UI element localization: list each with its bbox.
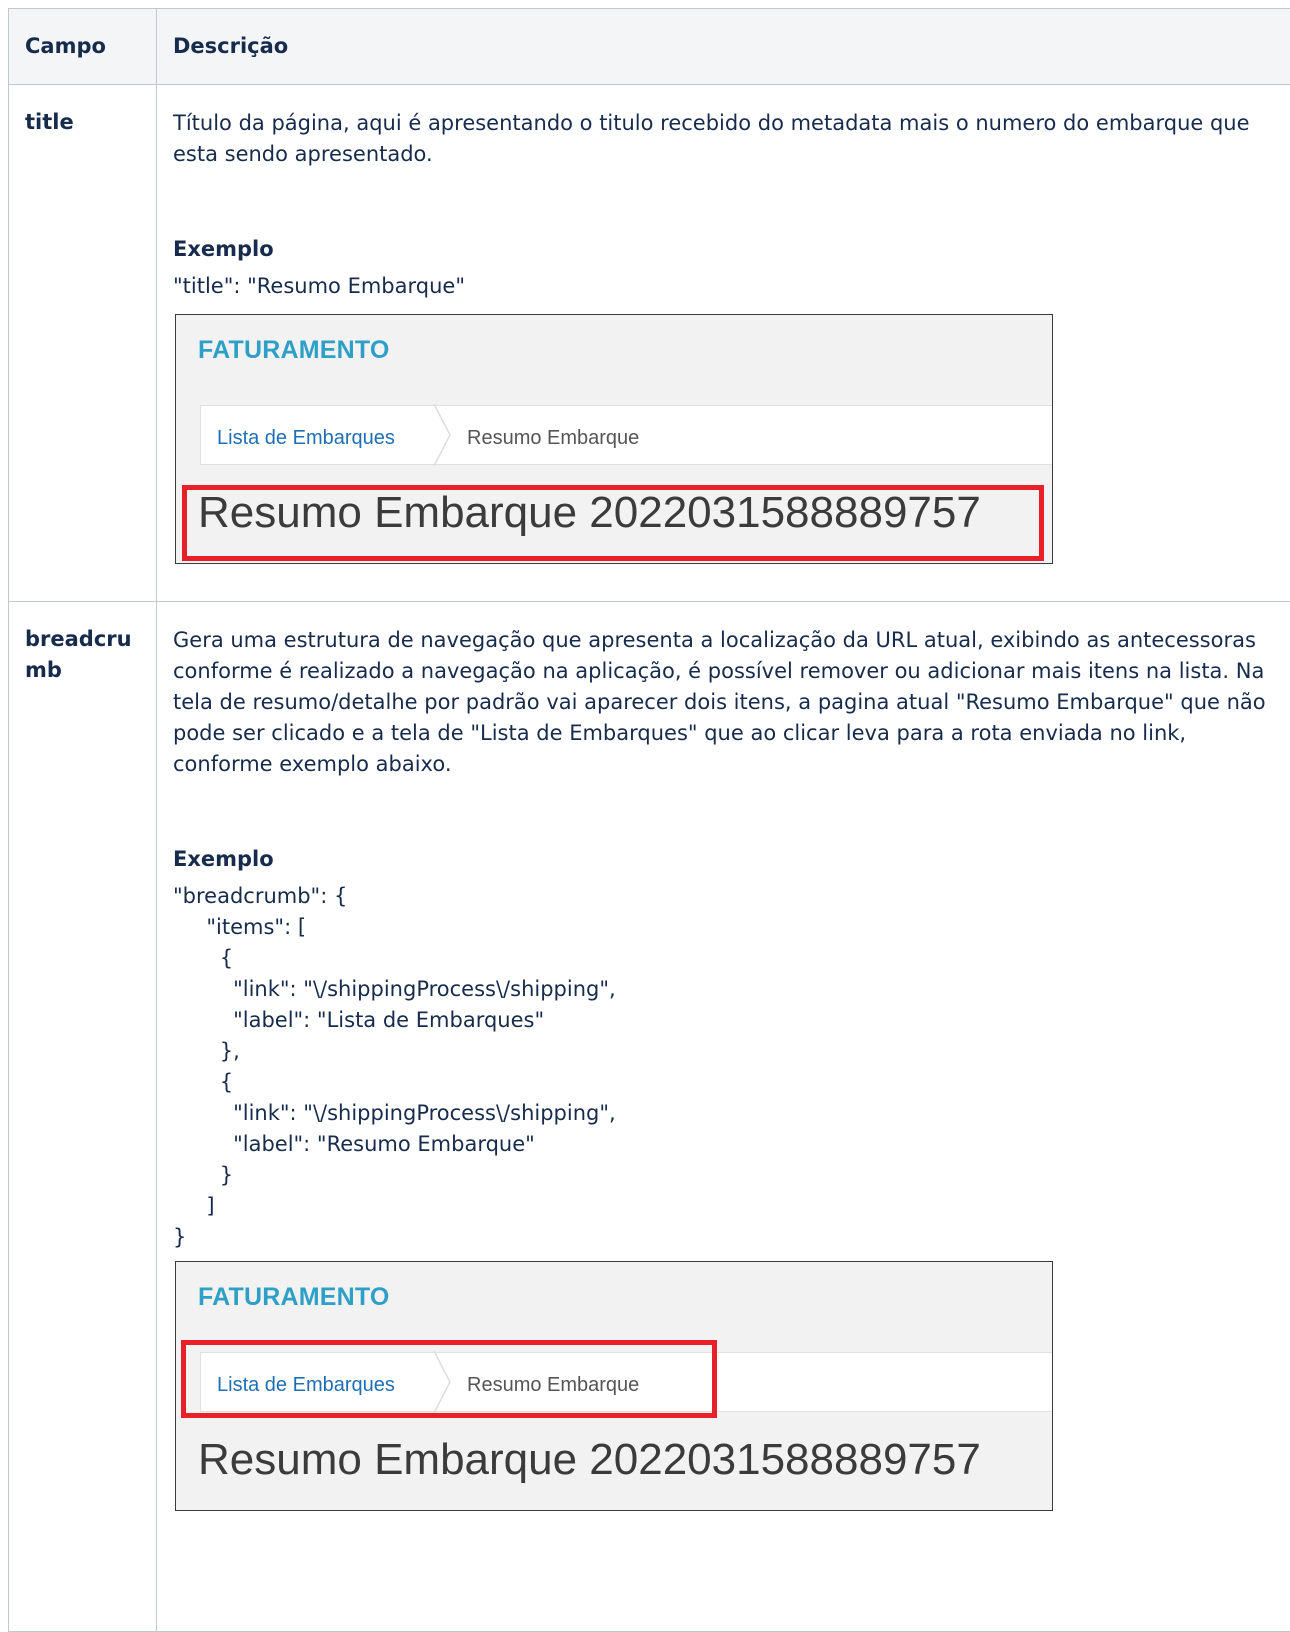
field-name: breadcrumb [9,602,157,1632]
field-description-cell: Gera uma estrutura de navegação que apre… [157,602,1290,1632]
example-screenshot: FATURAMENTO Lista de Embarques Resumo Em… [175,1261,1053,1511]
module-title: FATURAMENTO [198,335,390,366]
chevron-right-icon [433,404,451,466]
field-description-cell: Título da página, aqui é apresentando o … [157,85,1290,602]
field-description: Gera uma estrutura de navegação que apre… [173,625,1281,780]
breadcrumb-item-lista[interactable]: Lista de Embarques [217,423,395,454]
highlight-box [181,1340,717,1418]
highlight-box [182,485,1044,561]
header-campo: Campo [9,9,157,85]
table-row: breadcrumb Gera uma estrutura de navegaç… [9,602,1290,1632]
table-header-row: Campo Descrição [9,9,1290,85]
example-code: "breadcrumb": { "items": [ { "link": "\/… [173,881,1281,1253]
field-description: Título da página, aqui é apresentando o … [173,108,1281,170]
example-code: "title": "Resumo Embarque" [173,271,1281,302]
field-name: title [9,85,157,602]
fields-table: Campo Descrição title Título da página, … [8,8,1290,1632]
example-heading: Exemplo [173,234,1281,265]
table-row: title Título da página, aqui é apresenta… [9,85,1290,602]
module-title: FATURAMENTO [198,1282,390,1313]
example-heading: Exemplo [173,844,1281,875]
breadcrumb: Lista de Embarques Resumo Embarque [200,405,1053,465]
header-descricao: Descrição [157,9,1290,85]
example-screenshot: FATURAMENTO Lista de Embarques Resumo Em… [175,314,1053,564]
page-title: Resumo Embarque 2022031588889757 [198,1444,981,1475]
breadcrumb-item-resumo: Resumo Embarque [467,423,639,454]
